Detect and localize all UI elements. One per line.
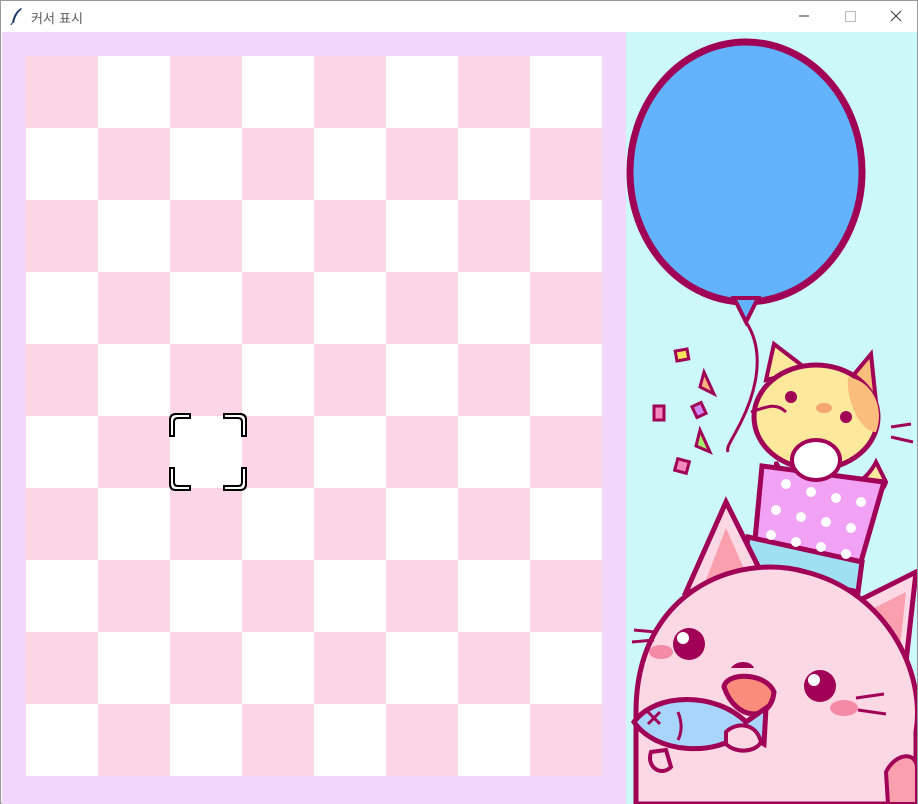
board-cell[interactable] <box>242 416 314 488</box>
board-cell[interactable] <box>26 488 98 560</box>
board-cell[interactable] <box>386 344 458 416</box>
board-cell[interactable] <box>458 272 530 344</box>
board-cell[interactable] <box>242 200 314 272</box>
board-cell[interactable] <box>530 344 602 416</box>
board-cell[interactable] <box>530 56 602 128</box>
board-cell[interactable] <box>386 128 458 200</box>
board-cell[interactable] <box>98 56 170 128</box>
board-cell[interactable] <box>98 344 170 416</box>
board-cell[interactable] <box>530 272 602 344</box>
board-cell[interactable] <box>98 560 170 632</box>
board-cell[interactable] <box>170 632 242 704</box>
board-cell[interactable] <box>26 416 98 488</box>
board-cell[interactable] <box>386 560 458 632</box>
board-cell[interactable] <box>386 632 458 704</box>
maximize-icon <box>845 11 856 22</box>
board-cell[interactable] <box>530 632 602 704</box>
board-cell[interactable] <box>386 56 458 128</box>
board-cell[interactable] <box>242 272 314 344</box>
board-cell[interactable] <box>98 632 170 704</box>
board-cell[interactable] <box>458 56 530 128</box>
board-cell[interactable] <box>458 344 530 416</box>
minimize-button[interactable] <box>781 1 827 31</box>
board-cell[interactable] <box>26 56 98 128</box>
board-cell[interactable] <box>314 416 386 488</box>
board-cell[interactable] <box>314 344 386 416</box>
board-cell[interactable] <box>386 416 458 488</box>
board-cell[interactable] <box>242 488 314 560</box>
board-cell[interactable] <box>458 560 530 632</box>
board-cell[interactable] <box>170 272 242 344</box>
board-cell[interactable] <box>242 632 314 704</box>
board-cell[interactable] <box>98 488 170 560</box>
board-cell[interactable] <box>26 704 98 776</box>
board-cell[interactable] <box>386 200 458 272</box>
board-cell[interactable] <box>386 488 458 560</box>
board-cell[interactable] <box>98 704 170 776</box>
feather-icon <box>10 8 22 25</box>
board-cell[interactable] <box>170 56 242 128</box>
app-window: 커서 표시 <box>0 0 918 804</box>
board-cell[interactable] <box>458 488 530 560</box>
board-cell[interactable] <box>242 560 314 632</box>
board-cell[interactable] <box>314 272 386 344</box>
board-cell[interactable] <box>314 632 386 704</box>
board-cell[interactable] <box>530 128 602 200</box>
minimize-icon <box>799 15 809 17</box>
maximize-button[interactable] <box>827 1 873 31</box>
board-cell[interactable] <box>242 344 314 416</box>
board-cell[interactable] <box>98 128 170 200</box>
board-cell[interactable] <box>98 200 170 272</box>
board-cell[interactable] <box>242 56 314 128</box>
window-title: 커서 표시 <box>31 12 83 27</box>
board-cell[interactable] <box>530 704 602 776</box>
board-cell[interactable] <box>98 272 170 344</box>
close-button[interactable] <box>873 1 918 31</box>
checker-board[interactable] <box>26 56 602 776</box>
board-cell[interactable] <box>458 416 530 488</box>
board-cell[interactable] <box>458 128 530 200</box>
board-cell[interactable] <box>170 704 242 776</box>
board-cell[interactable] <box>530 560 602 632</box>
board-cell[interactable] <box>314 128 386 200</box>
board-cell[interactable] <box>530 200 602 272</box>
board-cell[interactable] <box>314 56 386 128</box>
decoration-panel <box>626 32 917 804</box>
board-cell[interactable] <box>242 704 314 776</box>
board-cell[interactable] <box>26 344 98 416</box>
board-cell[interactable] <box>26 632 98 704</box>
board-cell[interactable] <box>170 200 242 272</box>
confetti <box>652 347 718 476</box>
board-cell[interactable] <box>26 128 98 200</box>
board-cell[interactable] <box>314 560 386 632</box>
cats-illustration <box>626 38 917 804</box>
board-cell[interactable] <box>26 560 98 632</box>
board-cell[interactable] <box>458 200 530 272</box>
board-cell[interactable] <box>170 560 242 632</box>
board-cell[interactable] <box>170 344 242 416</box>
board-cell[interactable] <box>26 272 98 344</box>
board-cell[interactable] <box>530 416 602 488</box>
board-cell[interactable] <box>170 488 242 560</box>
board-cell[interactable] <box>314 488 386 560</box>
board-cell[interactable] <box>242 128 314 200</box>
board-cell[interactable] <box>314 200 386 272</box>
board-cell[interactable] <box>98 416 170 488</box>
board-cell[interactable] <box>170 128 242 200</box>
board-frame <box>2 32 626 804</box>
board-cell[interactable] <box>458 704 530 776</box>
board-cell[interactable] <box>314 704 386 776</box>
close-icon <box>890 10 902 22</box>
board-cell[interactable] <box>530 488 602 560</box>
board-cell[interactable] <box>386 272 458 344</box>
selection-cursor <box>169 413 247 491</box>
board-cell[interactable] <box>26 200 98 272</box>
board-cell[interactable] <box>458 632 530 704</box>
title-bar[interactable]: 커서 표시 <box>1 1 917 31</box>
board-cell[interactable] <box>386 704 458 776</box>
